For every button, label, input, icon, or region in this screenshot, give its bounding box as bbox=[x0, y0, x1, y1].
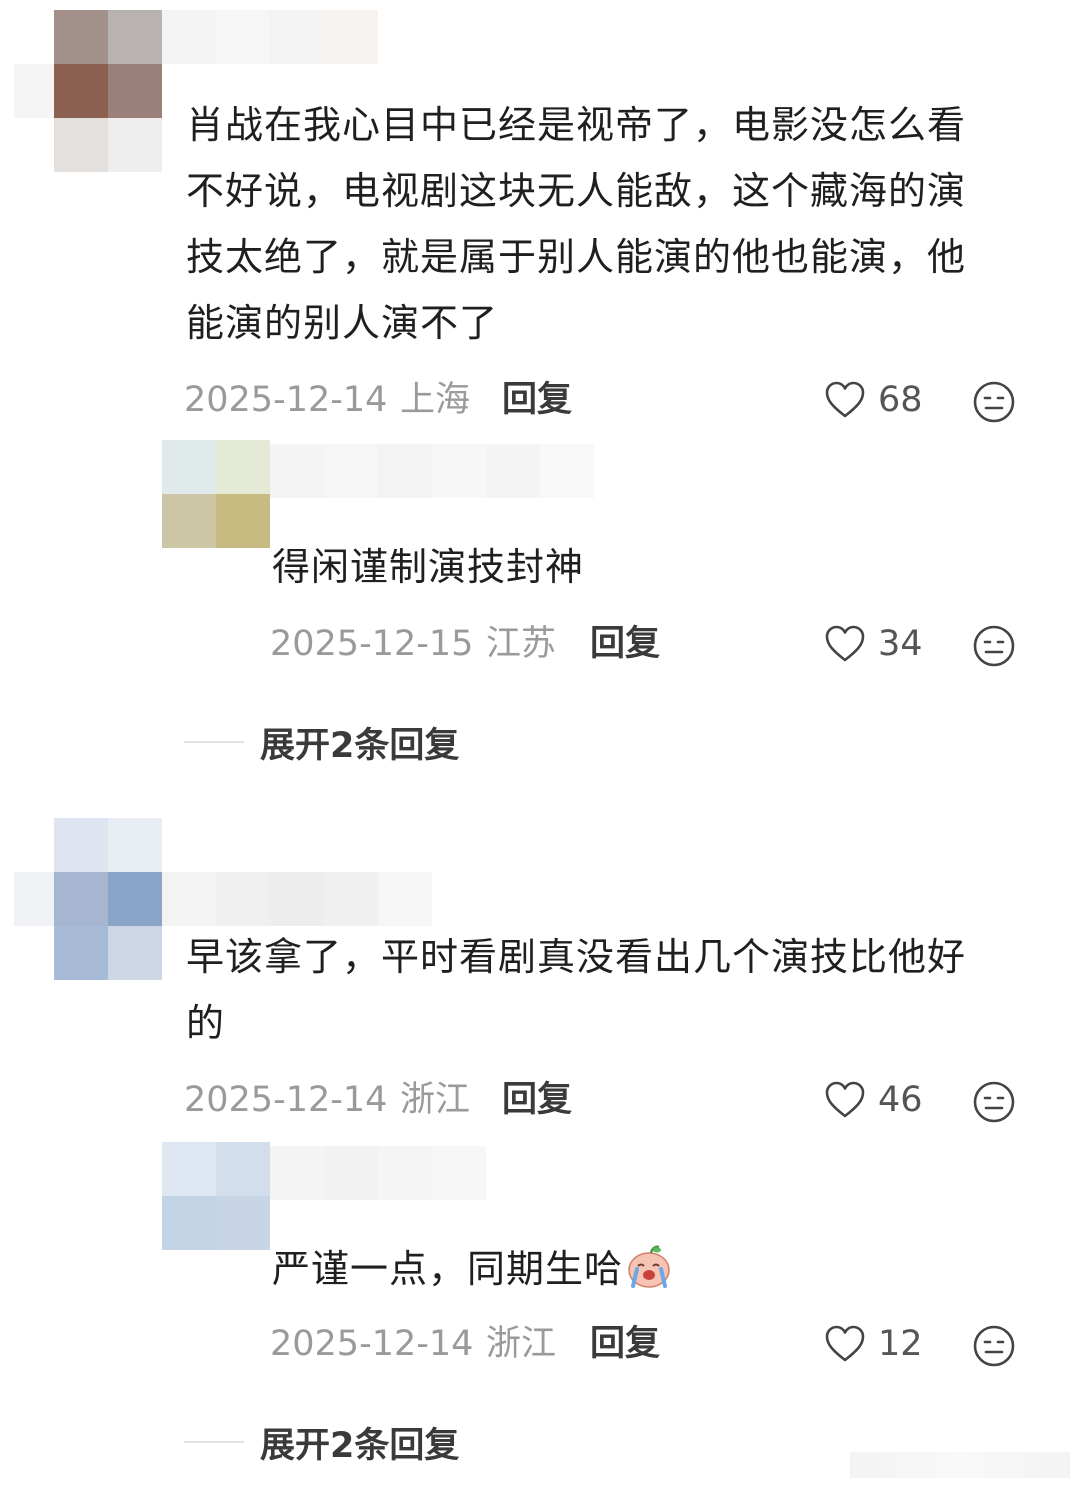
expand-replies-label: 展开2条回复 bbox=[260, 1425, 460, 1466]
reply-2-username-blurred[interactable] bbox=[270, 1146, 486, 1200]
comment-2-like-button[interactable]: 46 bbox=[824, 1078, 923, 1122]
neutral-face-icon[interactable] bbox=[972, 624, 1016, 668]
neutral-face-icon[interactable] bbox=[972, 1080, 1016, 1124]
reply-2-date: 2025-12-14 bbox=[270, 1324, 474, 1364]
reply-1-date: 2025-12-15 bbox=[270, 624, 474, 664]
reply-2-avatar-blurred[interactable] bbox=[162, 1142, 270, 1250]
comment-2-reply-button[interactable]: 回复 bbox=[502, 1080, 572, 1120]
heart-outline-icon bbox=[825, 381, 865, 418]
crying-laughing-emoji bbox=[628, 1245, 670, 1288]
expand-replies-label: 展开2条回复 bbox=[260, 725, 460, 766]
heart-outline-icon bbox=[825, 1081, 865, 1118]
expand-replies-1[interactable]: 展开2条回复 bbox=[184, 722, 459, 766]
neutral-face-icon[interactable] bbox=[972, 1324, 1016, 1368]
comment-2-like-count: 46 bbox=[878, 1080, 923, 1120]
heart-outline-icon bbox=[825, 1325, 865, 1362]
reply-1-location: 江苏 bbox=[486, 624, 557, 664]
comment-1-like-button[interactable]: 68 bbox=[824, 378, 923, 422]
watermark-blurred bbox=[850, 1452, 1070, 1478]
username-blurred[interactable] bbox=[162, 872, 432, 926]
reply-2-text: 严谨一点，同期生哈 bbox=[272, 1236, 673, 1302]
expand-divider bbox=[184, 1441, 244, 1443]
comment-1-date: 2025-12-14 bbox=[184, 380, 388, 420]
reply-1-text: 得闲谨制演技封神 bbox=[272, 545, 585, 589]
reply-2-like-count: 12 bbox=[878, 1324, 923, 1364]
comment-1-reply-button[interactable]: 回复 bbox=[502, 380, 572, 420]
reply-2-like-button[interactable]: 12 bbox=[824, 1322, 923, 1366]
reply-1-like-count: 34 bbox=[878, 624, 923, 664]
reply-1-reply-button[interactable]: 回复 bbox=[590, 624, 660, 664]
heart-outline-icon bbox=[825, 625, 865, 662]
comment-2-location: 浙江 bbox=[400, 1080, 471, 1120]
comment-2-date: 2025-12-14 bbox=[184, 1080, 388, 1120]
reply-1-username-blurred[interactable] bbox=[270, 444, 594, 498]
reply-2-reply-button[interactable]: 回复 bbox=[590, 1324, 660, 1364]
avatar-blur-edge bbox=[14, 872, 54, 926]
reply-1-like-button[interactable]: 34 bbox=[824, 622, 923, 666]
expand-divider bbox=[184, 741, 244, 743]
reply-2-location: 浙江 bbox=[486, 1324, 557, 1364]
comment-2-text: 早该拿了，平时看剧真没看出几个演技比他好 的 bbox=[186, 935, 967, 1045]
reply-1-avatar-blurred[interactable] bbox=[162, 440, 270, 548]
avatar-blurred[interactable] bbox=[54, 818, 162, 980]
avatar-blur-edge bbox=[14, 64, 54, 118]
comment-1-text: 肖战在我心目中已经是视帝了，电影没怎么看 不好说，电视剧这块无人能敌，这个藏海的… bbox=[186, 103, 967, 345]
neutral-face-icon[interactable] bbox=[972, 380, 1016, 424]
username-blurred[interactable] bbox=[162, 10, 378, 64]
comment-1-like-count: 68 bbox=[878, 380, 923, 420]
comment-1-location: 上海 bbox=[400, 380, 471, 420]
avatar-blurred[interactable] bbox=[54, 10, 162, 172]
expand-replies-2[interactable]: 展开2条回复 bbox=[184, 1422, 459, 1466]
